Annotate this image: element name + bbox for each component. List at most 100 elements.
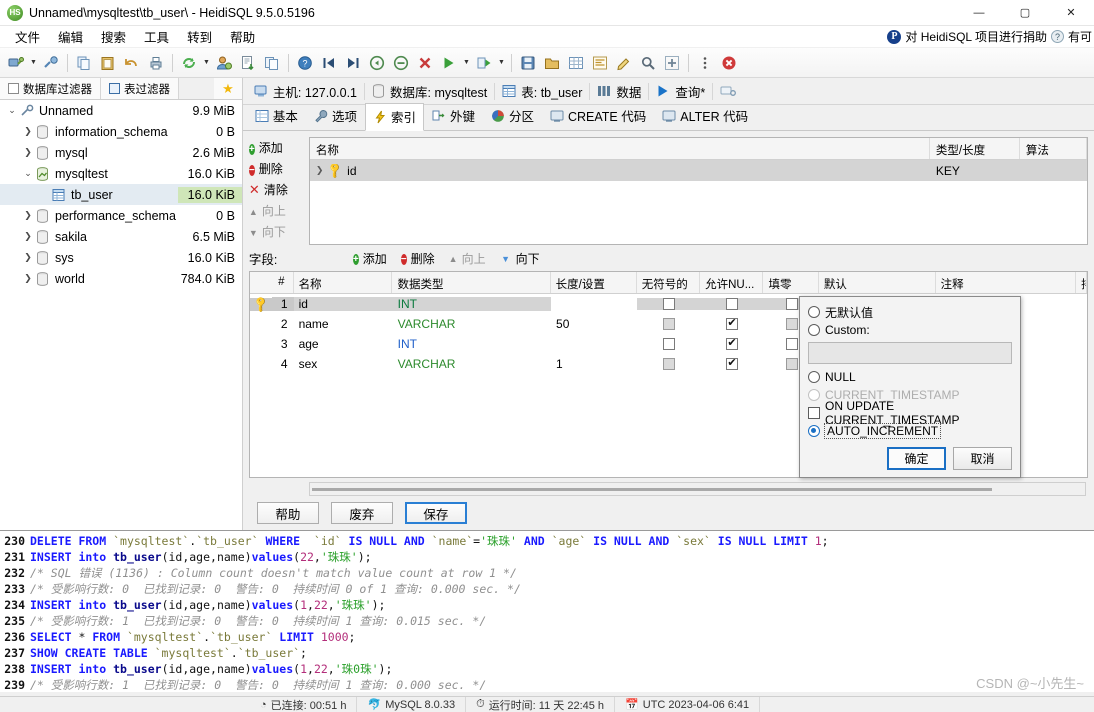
paypal-icon[interactable]: P (887, 29, 902, 44)
help-icon[interactable]: ? (294, 52, 316, 74)
sub-tab-5[interactable]: CREATE 代码 (542, 102, 654, 130)
sql-log-line[interactable]: 234 INSERT into tb_user (id,age,name) value… (0, 597, 1094, 613)
tree-item-performance-schema[interactable]: ❯ performance_schema 0 B (0, 205, 242, 226)
next-record-icon[interactable] (390, 52, 412, 74)
maximize-button[interactable]: ▢ (1002, 0, 1048, 26)
sql-log-line[interactable]: 239/* 受影响行数: 1 已找到记录: 0 警告: 0 持续时间 1 查询:… (0, 677, 1094, 692)
fields-button-1[interactable]: − 删除 (400, 250, 435, 267)
new-session-dropdown-arrow-icon[interactable]: ▼ (28, 52, 39, 74)
tree-item-unnamed[interactable]: ⌄ Unnamed 9.9 MiB (0, 100, 242, 121)
open-icon[interactable] (541, 52, 563, 74)
stop-icon[interactable] (414, 52, 436, 74)
connect-icon[interactable] (40, 52, 62, 74)
expand-chevron-icon[interactable]: ❯ (316, 165, 324, 176)
find-icon[interactable] (637, 52, 659, 74)
menu-item-file[interactable]: 文件 (6, 25, 49, 48)
help-link[interactable]: 有可 (1068, 28, 1092, 45)
popup-cancel-button[interactable]: 取消 (953, 447, 1012, 470)
grid-view-icon[interactable] (565, 52, 587, 74)
tree-item-sys[interactable]: ❯ sys 16.0 KiB (0, 247, 242, 268)
sql-log-line[interactable]: 237 SHOW CREATE TABLE `mysqltest`. `tb_use… (0, 645, 1094, 661)
sub-tab-2[interactable]: 索引 (364, 103, 424, 131)
sql-log-panel[interactable]: 230 DELETE FROM `mysqltest`. `tb_user` WHE… (0, 530, 1094, 692)
field-allownull-checkbox[interactable] (701, 318, 764, 330)
sql-log-line[interactable]: 235/* 受影响行数: 1 已找到记录: 0 警告: 0 持续时间 1 查询:… (0, 613, 1094, 629)
sub-tab-0[interactable]: 基本 (247, 102, 306, 130)
field-datatype[interactable]: VARCHAR (393, 317, 551, 331)
menu-item-edit[interactable]: 编辑 (49, 25, 92, 48)
db-tree[interactable]: ⌄ Unnamed 9.9 MiB ❯ information_schema 0 B ❯ my… (0, 100, 242, 530)
tree-expander-icon[interactable]: ❯ (20, 273, 36, 284)
field-unsigned-checkbox[interactable] (637, 358, 700, 370)
refresh-dropdown-arrow-icon[interactable]: ▼ (201, 52, 212, 74)
tree-expander-icon[interactable]: ❯ (20, 126, 36, 137)
format-sql-icon[interactable] (589, 52, 611, 74)
option-null[interactable]: NULL (808, 368, 1012, 386)
export-icon[interactable] (237, 52, 259, 74)
checkbox-on-update-icon[interactable] (808, 407, 820, 419)
index-button-2[interactable]: ✕ 清除 (249, 180, 309, 199)
field-allownull-checkbox[interactable] (700, 298, 765, 310)
option-custom[interactable]: Custom: (808, 321, 1012, 339)
popup-ok-button[interactable]: 确定 (887, 447, 946, 470)
tree-item-sakila[interactable]: ❯ sakila 6.5 MiB (0, 226, 242, 247)
copy-icon[interactable] (73, 52, 95, 74)
minimize-button[interactable]: — (956, 0, 1002, 26)
tree-expander-icon[interactable]: ⌄ (4, 105, 20, 116)
index-row-name-cell[interactable]: ❯ 🔑 id (309, 163, 930, 178)
menu-item-help[interactable]: 帮助 (221, 25, 264, 48)
close-button[interactable]: ✕ (1048, 0, 1094, 26)
sql-log-line[interactable]: 231 INSERT into tb_user (id,age,name) value… (0, 549, 1094, 565)
sql-log-line[interactable]: 238 INSERT into tb_user (id,age,name) value… (0, 661, 1094, 677)
more-options-icon[interactable] (694, 52, 716, 74)
sub-tab-6[interactable]: ALTER 代码 (654, 102, 756, 130)
field-datatype[interactable]: VARCHAR (393, 357, 551, 371)
undo-icon[interactable] (121, 52, 143, 74)
new-session-icon[interactable] (5, 52, 27, 74)
user-manager-icon[interactable] (213, 52, 235, 74)
menu-item-goto[interactable]: 转到 (178, 25, 221, 48)
print-icon[interactable] (145, 52, 167, 74)
field-unsigned-checkbox[interactable] (637, 318, 700, 330)
save-icon[interactable] (517, 52, 539, 74)
tree-item-mysqltest[interactable]: ⌄ mysqltest 16.0 KiB (0, 163, 242, 184)
object-tab-4[interactable]: 查询* (649, 79, 712, 104)
sql-log-line[interactable]: 232/* SQL 错误 (1136) : Column count doesn… (0, 565, 1094, 581)
object-tab-5[interactable] (713, 81, 748, 101)
field-allownull-checkbox[interactable] (701, 358, 764, 370)
refresh-icon[interactable] (178, 52, 200, 74)
field-length[interactable]: 1 (551, 357, 637, 371)
run-query-icon[interactable] (438, 52, 460, 74)
prev-record-icon[interactable] (366, 52, 388, 74)
field-name[interactable]: sex (294, 357, 393, 371)
fields-horizontal-scrollbar[interactable] (308, 482, 1086, 496)
option-no-default[interactable]: 无默认值 (808, 303, 1012, 321)
tree-expander-icon[interactable]: ❯ (20, 252, 36, 263)
object-tab-3[interactable]: 数据 (590, 79, 648, 104)
import-icon[interactable] (261, 52, 283, 74)
help-button[interactable]: 帮助 (256, 502, 319, 524)
sql-log-line[interactable]: 230 DELETE FROM `mysqltest`. `tb_user` WHE… (0, 533, 1094, 549)
help-icon[interactable]: ? (1050, 30, 1064, 43)
last-record-icon[interactable] (342, 52, 364, 74)
paste-icon[interactable] (97, 52, 119, 74)
donate-link[interactable]: 对 HeidiSQL 项目进行捐助 (905, 28, 1047, 45)
index-row[interactable]: ❯ 🔑 id KEY (309, 160, 1087, 181)
sub-tab-1[interactable]: 选项 (306, 102, 365, 130)
tab-database-filter[interactable]: 数据库过滤器 (0, 78, 101, 99)
tree-expander-icon[interactable]: ❯ (20, 231, 36, 242)
tree-item-world[interactable]: ❯ world 784.0 KiB (0, 268, 242, 289)
tree-item-information-schema[interactable]: ❯ information_schema 0 B (0, 121, 242, 142)
fields-button-0[interactable]: + 添加 (352, 250, 387, 267)
first-record-icon[interactable] (318, 52, 340, 74)
tree-expander-icon[interactable]: ❯ (20, 210, 36, 221)
tree-item-tb-user[interactable]: tb_user 16.0 KiB (0, 184, 242, 205)
custom-value-input[interactable] (808, 342, 1012, 364)
sql-log-line[interactable]: 233/* 受影响行数: 0 已找到记录: 0 警告: 0 持续时间 0 of … (0, 581, 1094, 597)
object-tab-1[interactable]: 数据库: mysqltest (365, 79, 494, 104)
object-tab-2[interactable]: 表: tb_user (495, 79, 589, 104)
close-tab-icon[interactable] (718, 52, 740, 74)
discard-button[interactable]: 废弃 (330, 502, 393, 524)
radio-null-icon[interactable] (808, 371, 820, 383)
sql-log-line[interactable]: 236 SELECT * FROM `mysqltest`. `tb_user` L… (0, 629, 1094, 645)
